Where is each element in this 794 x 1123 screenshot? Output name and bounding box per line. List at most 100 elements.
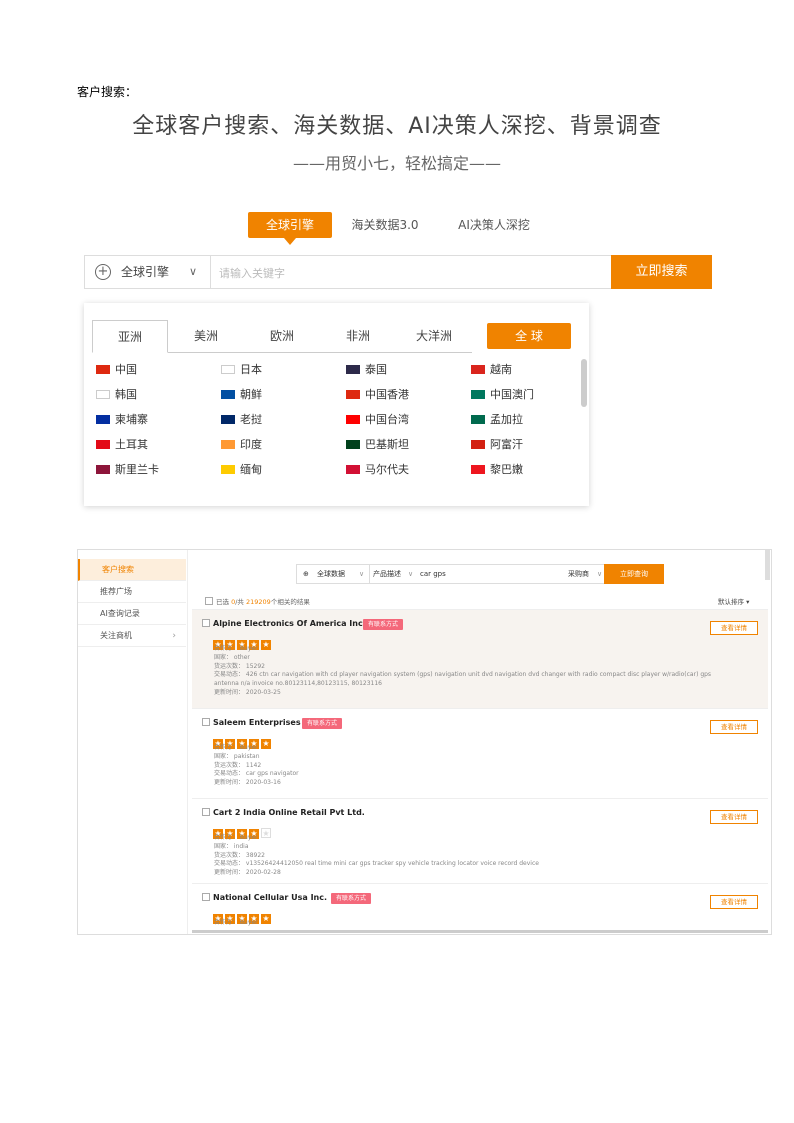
sidebar-item-customer-search[interactable]: 客户搜索	[78, 559, 186, 581]
chevron-down-icon: ∨	[408, 570, 414, 578]
hero-subtitle: ——用贸小七，轻松搞定——	[292, 154, 501, 173]
flag-icon	[471, 465, 485, 474]
search-button[interactable]: 立即搜索	[611, 255, 712, 289]
caret-down-icon: ▾	[746, 598, 750, 606]
tab-global-engine[interactable]: 全球引擎	[248, 212, 332, 245]
sidebar-item-label: AI查询记录	[100, 609, 140, 618]
country-item[interactable]: 孟加拉	[471, 411, 523, 429]
sidebar-item-label: 推荐广场	[100, 587, 132, 596]
horizontal-scrollbar[interactable]	[192, 930, 768, 933]
country-item[interactable]: 马尔代夫	[346, 461, 409, 479]
scrollbar[interactable]	[581, 359, 587, 407]
app-window: 客户搜索 推荐广场 AI查询记录 关注商机 › ⊕ 全球数据 ∨ 产品描述 ∨ c…	[77, 549, 772, 935]
chevron-down-icon: ∨	[189, 265, 198, 278]
view-details-button[interactable]: 查看详情	[710, 720, 758, 734]
result-meta: 合作方： Buyer	[214, 919, 258, 928]
country-item[interactable]: 中国澳门	[471, 386, 534, 404]
company-name[interactable]: Alpine Electronics Of America Inc	[202, 619, 363, 628]
tab-customs-data[interactable]: 海关数据3.0	[340, 212, 430, 238]
chevron-right-icon: ›	[172, 631, 176, 641]
flag-icon	[346, 390, 360, 399]
country-label: 日本	[240, 363, 262, 376]
company-name[interactable]: National Cellular Usa Inc.	[202, 893, 327, 902]
region-tab-oceania[interactable]: 大洋洲	[396, 320, 472, 353]
country-label: 朝鲜	[240, 388, 262, 401]
company-name[interactable]: Saleem Enterprises	[202, 718, 301, 727]
flag-icon	[96, 465, 110, 474]
country-label: 孟加拉	[490, 413, 523, 426]
search-input[interactable]	[217, 262, 601, 284]
meta-line: 合作方： Buyer	[214, 834, 258, 841]
view-details-button[interactable]: 查看详情	[710, 621, 758, 635]
region-tab-africa[interactable]: 非洲	[320, 320, 396, 353]
flag-icon	[221, 365, 235, 374]
meta-line: 交易动态： 426 ctn car navigation with cd pla…	[214, 671, 712, 679]
result-summary: 已选 0/共 219209个相关的结果	[205, 596, 310, 606]
result-checkbox[interactable]	[202, 893, 210, 901]
country-item[interactable]: 中国	[96, 361, 137, 379]
result-checkbox[interactable]	[202, 718, 210, 726]
result-card: National Cellular Usa Inc. 有联系方式 ★ ★ ★ ★ ★ 合作方：…	[192, 883, 768, 934]
country-label: 缅甸	[240, 463, 262, 476]
country-item[interactable]: 黎巴嫩	[471, 461, 523, 479]
result-meta: 合作方： Buyer 国家： pakistan 货运次数： 1142 交易动态： ca…	[214, 744, 299, 788]
region-tab-asia[interactable]: 亚洲	[92, 320, 168, 353]
result-card: Alpine Electronics Of America Inc 有联系方式 ★ ★…	[192, 609, 768, 709]
region-tab-americas[interactable]: 美洲	[168, 320, 244, 353]
country-item[interactable]: 越南	[471, 361, 512, 379]
sidebar-item-followed[interactable]: 关注商机 ›	[78, 625, 186, 647]
rating-stars: ★ ★ ★ ★ ★	[213, 821, 273, 839]
global-button[interactable]: 全 球	[487, 323, 571, 349]
data-scope-select[interactable]: 全球数据	[317, 565, 345, 583]
query-button[interactable]: 立即查询	[604, 564, 664, 584]
country-item[interactable]: 日本	[221, 361, 262, 379]
country-item[interactable]: 柬埔寨	[96, 411, 148, 429]
sidebar-item-label: 关注商机	[100, 631, 132, 640]
select-all-checkbox[interactable]	[205, 597, 213, 605]
meta-line: 合作方： Buyer	[214, 919, 258, 926]
divider	[369, 565, 370, 583]
country-label: 黎巴嫩	[490, 463, 523, 476]
company-name[interactable]: Cart 2 India Online Retail Pvt Ltd.	[202, 808, 365, 817]
sidebar-item-ai-records[interactable]: AI查询记录	[78, 603, 186, 625]
country-item[interactable]: 印度	[221, 436, 262, 454]
keyword-input[interactable]: car gps	[420, 565, 446, 583]
country-item[interactable]: 韩国	[96, 386, 137, 404]
vertical-scrollbar[interactable]	[765, 550, 770, 580]
country-item[interactable]: 中国香港	[346, 386, 409, 404]
country-item[interactable]: 阿富汗	[471, 436, 523, 454]
sidebar-item-label: 客户搜索	[102, 565, 134, 574]
meta-line: antenna n/a invoice no.80123114,80123115…	[214, 680, 382, 688]
result-meta: 合作方： Buyer 国家： india 货运次数： 38922 交易动态： v135…	[214, 834, 539, 878]
country-item[interactable]: 老挝	[221, 411, 262, 429]
sidebar-item-recommend[interactable]: 推荐广场	[78, 581, 186, 603]
view-details-button[interactable]: 查看详情	[710, 810, 758, 824]
country-item[interactable]: 中国台湾	[346, 411, 409, 429]
country-label: 阿富汗	[490, 438, 523, 451]
country-label: 中国澳门	[490, 388, 534, 401]
sort-select[interactable]: 默认排序 ▾	[718, 596, 749, 606]
field-select[interactable]: 产品描述	[373, 565, 401, 583]
result-checkbox[interactable]	[202, 808, 210, 816]
country-item[interactable]: 朝鲜	[221, 386, 262, 404]
scope-dropdown[interactable]: + 全球引擎 ∨	[85, 256, 211, 288]
country-item[interactable]: 缅甸	[221, 461, 262, 479]
country-label: 泰国	[365, 363, 387, 376]
flag-icon	[471, 390, 485, 399]
result-meta: 合作方： Buyer 国家： other 货运次数： 15292 交易动态： 426 …	[214, 645, 711, 698]
flag-icon	[96, 415, 110, 424]
country-item[interactable]: 巴基斯坦	[346, 436, 409, 454]
meta-line: 国家： india	[214, 842, 249, 850]
chevron-down-icon: ∨	[597, 570, 603, 578]
country-label: 土耳其	[115, 438, 148, 451]
region-tab-europe[interactable]: 欧洲	[244, 320, 320, 353]
flag-icon	[221, 415, 235, 424]
country-item[interactable]: 土耳其	[96, 436, 148, 454]
result-checkbox[interactable]	[202, 619, 210, 627]
tab-ai-decision-maker[interactable]: AI决策人深挖	[448, 212, 540, 238]
view-details-button[interactable]: 查看详情	[710, 895, 758, 909]
region-panel: 亚洲 美洲 欧洲 非洲 大洋洲 全 球 中国 日本 泰国 越南韩国 朝鲜 中国香港 中国澳门…	[84, 303, 589, 506]
role-select[interactable]: 采购商	[568, 565, 589, 583]
country-item[interactable]: 泰国	[346, 361, 387, 379]
country-item[interactable]: 斯里兰卡	[96, 461, 159, 479]
